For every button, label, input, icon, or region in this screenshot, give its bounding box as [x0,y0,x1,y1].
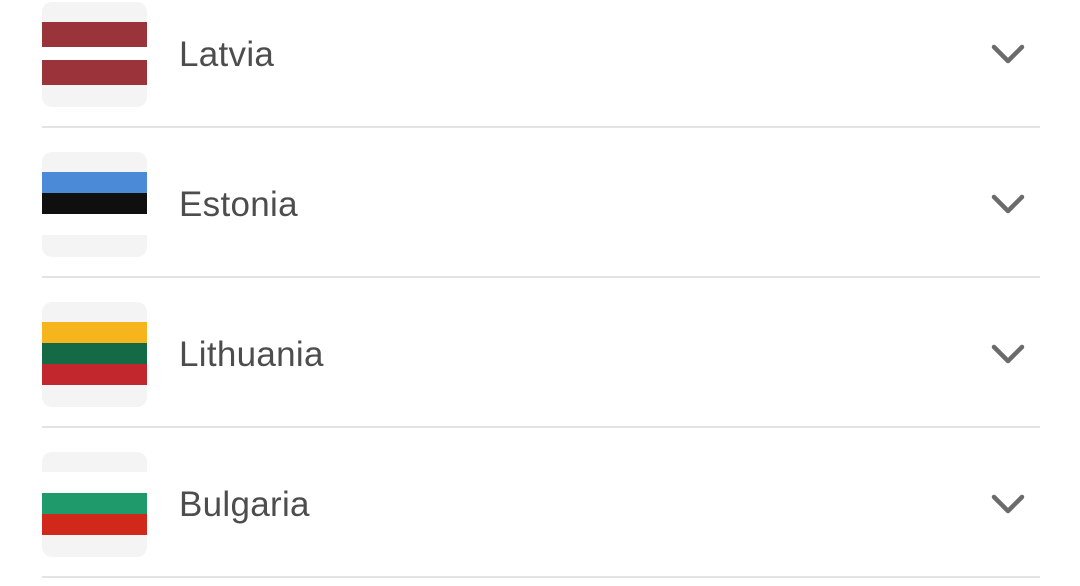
country-row-latvia[interactable]: Latvia [42,0,1040,128]
flag-stripe [42,364,147,385]
flag-stripe [42,59,147,85]
lithuania-flag-icon [42,302,147,407]
flag-stripe [42,322,147,343]
bulgaria-flag-icon [42,452,147,557]
chevron-down-icon[interactable] [990,186,1026,222]
country-name: Lithuania [179,335,324,374]
chevron-down-icon[interactable] [990,336,1026,372]
country-list: Latvia Estonia Lithuania Bulgaria [0,0,1080,586]
latvia-flag-icon [42,2,147,107]
flag-stripe [42,193,147,214]
flag-stripe [42,47,147,60]
country-name: Estonia [179,185,298,224]
country-row-estonia[interactable]: Estonia [42,128,1040,278]
flag-stripe [42,343,147,364]
flag-stripe [42,472,147,493]
chevron-down-icon[interactable] [990,36,1026,72]
country-row-lithuania[interactable]: Lithuania [42,278,1040,428]
flag-stripe [42,214,147,235]
flag-stripe [42,514,147,535]
country-name: Bulgaria [179,485,310,524]
country-row-bulgaria[interactable]: Bulgaria [42,428,1040,578]
flag-stripe [42,493,147,514]
flag-stripe [42,172,147,193]
flag-stripe [42,22,147,48]
country-name: Latvia [179,35,275,74]
estonia-flag-icon [42,152,147,257]
chevron-down-icon[interactable] [990,486,1026,522]
